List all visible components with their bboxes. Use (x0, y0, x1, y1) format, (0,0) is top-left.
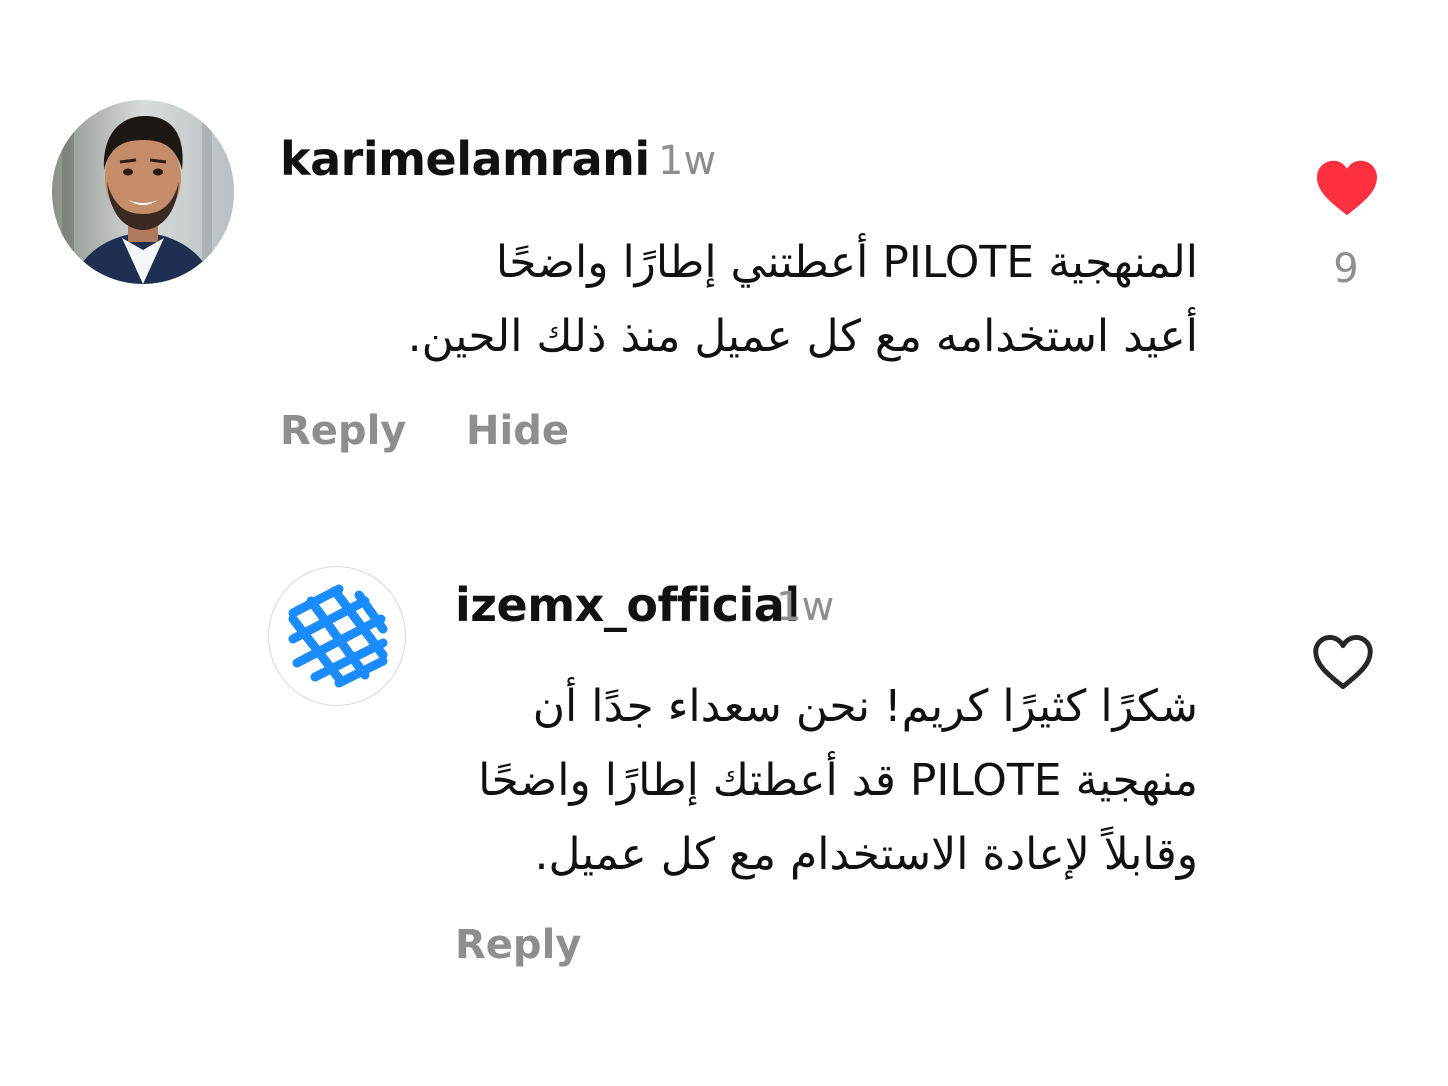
reply-button[interactable]: Reply (280, 408, 406, 454)
username[interactable]: izemx_official (455, 578, 800, 632)
brand-logo-icon (288, 584, 388, 688)
timestamp: 1w (658, 138, 717, 184)
comment-text-line: منهجية PILOTE قد أعطتك إطارًا واضحًا (478, 755, 1198, 806)
heart-filled-icon[interactable] (1314, 158, 1380, 218)
like-count: 9 (1333, 246, 1359, 292)
comment: karimelamrani 1w المنهجية PILOTE أعطتني … (0, 0, 1448, 480)
reply-button[interactable]: Reply (455, 922, 581, 968)
comment-text-line: المنهجية PILOTE أعطتني إطارًا واضحًا (495, 237, 1198, 288)
heart-outline-icon[interactable] (1310, 632, 1376, 692)
comment-text-line: وقابلاً لإعادة الاستخدام مع كل عميل. (534, 829, 1198, 880)
comment-text-line: أعيد استخدامه مع كل عميل منذ ذلك الحين. (407, 311, 1198, 362)
hide-button[interactable]: Hide (466, 408, 569, 454)
comment-reply: izemx_official 1w شكرًا كثيرًا كريم! نحن… (0, 520, 1448, 1000)
avatar[interactable] (52, 100, 234, 284)
avatar[interactable] (268, 566, 406, 706)
comment-text: المنهجية PILOTE أعطتني إطارًا واضحًا أعي… (270, 226, 1198, 374)
timestamp: 1w (776, 584, 835, 630)
comment-text: شكرًا كثيرًا كريم! نحن سعداء جدًا أن منه… (445, 670, 1198, 892)
comment-text-line: شكرًا كثيرًا كريم! نحن سعداء جدًا أن (532, 681, 1198, 732)
username[interactable]: karimelamrani (280, 132, 650, 186)
